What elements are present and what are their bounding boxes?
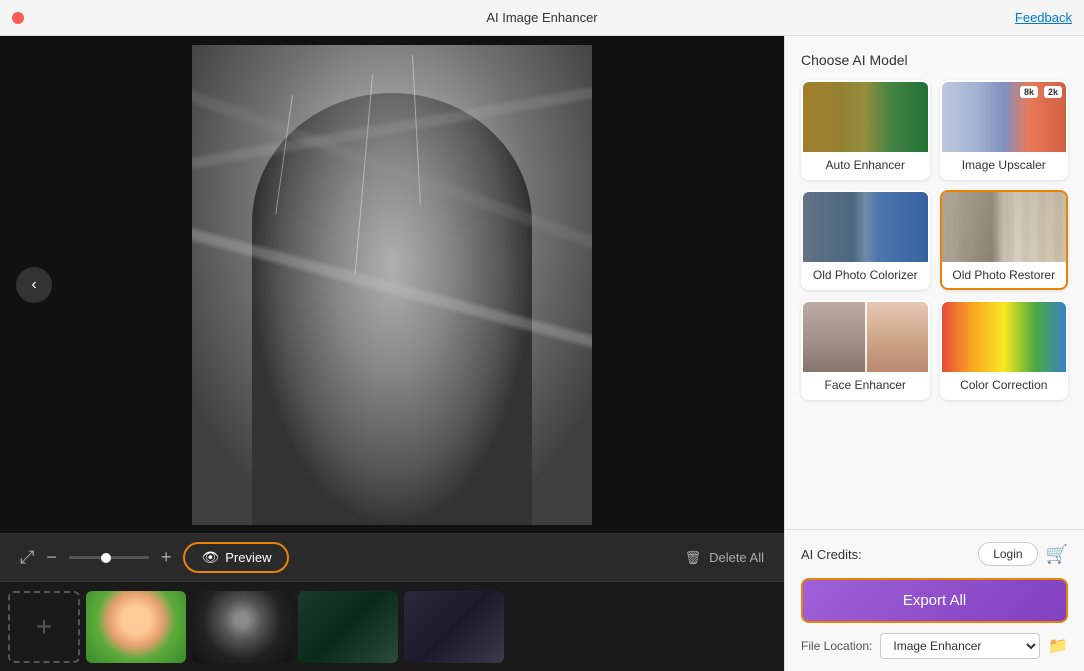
preview-label: Preview <box>225 550 271 565</box>
main-image <box>192 45 592 525</box>
zoom-out-icon[interactable]: − <box>46 547 57 568</box>
bottom-section: AI Credits: Login 🛒 Export All File Loca… <box>785 529 1084 671</box>
file-location-select[interactable]: Image Enhancer Desktop Documents Downloa… <box>880 633 1040 659</box>
filmstrip-item-image <box>192 591 292 663</box>
file-location-row: File Location: Image Enhancer Desktop Do… <box>801 633 1068 659</box>
model-card-color-correction[interactable]: Color Correction <box>940 300 1069 400</box>
face-after <box>865 302 927 372</box>
model-auto-enhancer-label: Auto Enhancer <box>803 152 928 178</box>
login-button[interactable]: Login <box>978 542 1037 566</box>
model-old-photo-restorer-label: Old Photo Restorer <box>942 262 1067 288</box>
window-close-dot[interactable] <box>12 12 24 24</box>
model-auto-enhancer-image <box>803 82 928 152</box>
model-face-enhancer-image <box>803 302 928 372</box>
ai-credits-label: AI Credits: <box>801 547 862 562</box>
fit-screen-icon[interactable]: ⤢ <box>20 547 34 568</box>
filmstrip-item[interactable] <box>192 591 292 663</box>
model-color-correction-label: Color Correction <box>942 372 1067 398</box>
model-card-image-upscaler[interactable]: Image Upscaler <box>940 80 1069 180</box>
left-panel: ‹ ⤢ − + 👁 Preview 🗑 Delete All <box>0 36 784 671</box>
eye-icon: 👁 <box>201 549 219 566</box>
image-area: ‹ <box>0 36 784 533</box>
title-bar: AI Image Enhancer Feedback <box>0 0 1084 36</box>
model-old-colorizer-image <box>803 192 928 262</box>
toolbar-right[interactable]: 🗑 Delete All <box>685 550 764 566</box>
model-image-upscaler-image <box>942 82 1067 152</box>
models-section: Choose AI Model Auto Enhancer Image Upsc… <box>785 36 1084 529</box>
model-face-enhancer-label: Face Enhancer <box>803 372 928 398</box>
filmstrip-item-image <box>404 591 504 663</box>
model-card-old-photo-colorizer[interactable]: Old Photo Colorizer <box>801 190 930 290</box>
add-photo-button[interactable]: + <box>8 591 80 663</box>
models-grid: Auto Enhancer Image Upscaler Old Photo C… <box>801 80 1068 400</box>
nav-arrow-left-button[interactable]: ‹ <box>16 267 52 303</box>
right-panel: Choose AI Model Auto Enhancer Image Upsc… <box>784 36 1084 671</box>
face-before <box>803 302 865 372</box>
model-card-old-photo-restorer[interactable]: Old Photo Restorer <box>940 190 1069 290</box>
models-title: Choose AI Model <box>801 52 1068 68</box>
toolbar-left: ⤢ − + 👁 Preview <box>20 542 289 573</box>
photo-scratches <box>192 45 592 525</box>
file-location-label: File Location: <box>801 639 872 653</box>
zoom-in-icon[interactable]: + <box>161 547 172 568</box>
preview-button[interactable]: 👁 Preview <box>183 542 289 573</box>
filmstrip-item-image <box>298 591 398 663</box>
main-image-container <box>192 45 592 525</box>
plus-icon: + <box>36 611 52 643</box>
filmstrip-item[interactable] <box>404 591 504 663</box>
model-card-face-enhancer[interactable]: Face Enhancer <box>801 300 930 400</box>
model-image-upscaler-label: Image Upscaler <box>942 152 1067 178</box>
model-card-auto-enhancer[interactable]: Auto Enhancer <box>801 80 930 180</box>
credits-row: AI Credits: Login 🛒 <box>801 542 1068 566</box>
split-line <box>865 302 867 372</box>
filmstrip-item[interactable] <box>86 591 186 663</box>
credits-actions: Login 🛒 <box>978 542 1068 566</box>
toolbar: ⤢ − + 👁 Preview 🗑 Delete All <box>0 533 784 581</box>
photo-background <box>192 45 592 525</box>
cart-icon[interactable]: 🛒 <box>1046 544 1068 565</box>
model-color-correction-image <box>942 302 1067 372</box>
export-all-button[interactable]: Export All <box>801 578 1068 623</box>
zoom-slider-container <box>69 556 149 559</box>
app-title: AI Image Enhancer <box>486 10 597 25</box>
filmstrip-item-image <box>86 591 186 663</box>
zoom-slider[interactable] <box>69 556 149 559</box>
filmstrip-item[interactable] <box>298 591 398 663</box>
delete-all-label: Delete All <box>709 550 764 565</box>
model-old-photo-colorizer-label: Old Photo Colorizer <box>803 262 928 288</box>
main-layout: ‹ ⤢ − + 👁 Preview 🗑 Delete All <box>0 36 1084 671</box>
trash-icon: 🗑 <box>685 550 702 566</box>
open-folder-icon[interactable]: 📁 <box>1048 636 1068 656</box>
feedback-link[interactable]: Feedback <box>1015 10 1072 25</box>
model-old-restorer-image <box>942 192 1067 262</box>
filmstrip: + <box>0 581 784 671</box>
